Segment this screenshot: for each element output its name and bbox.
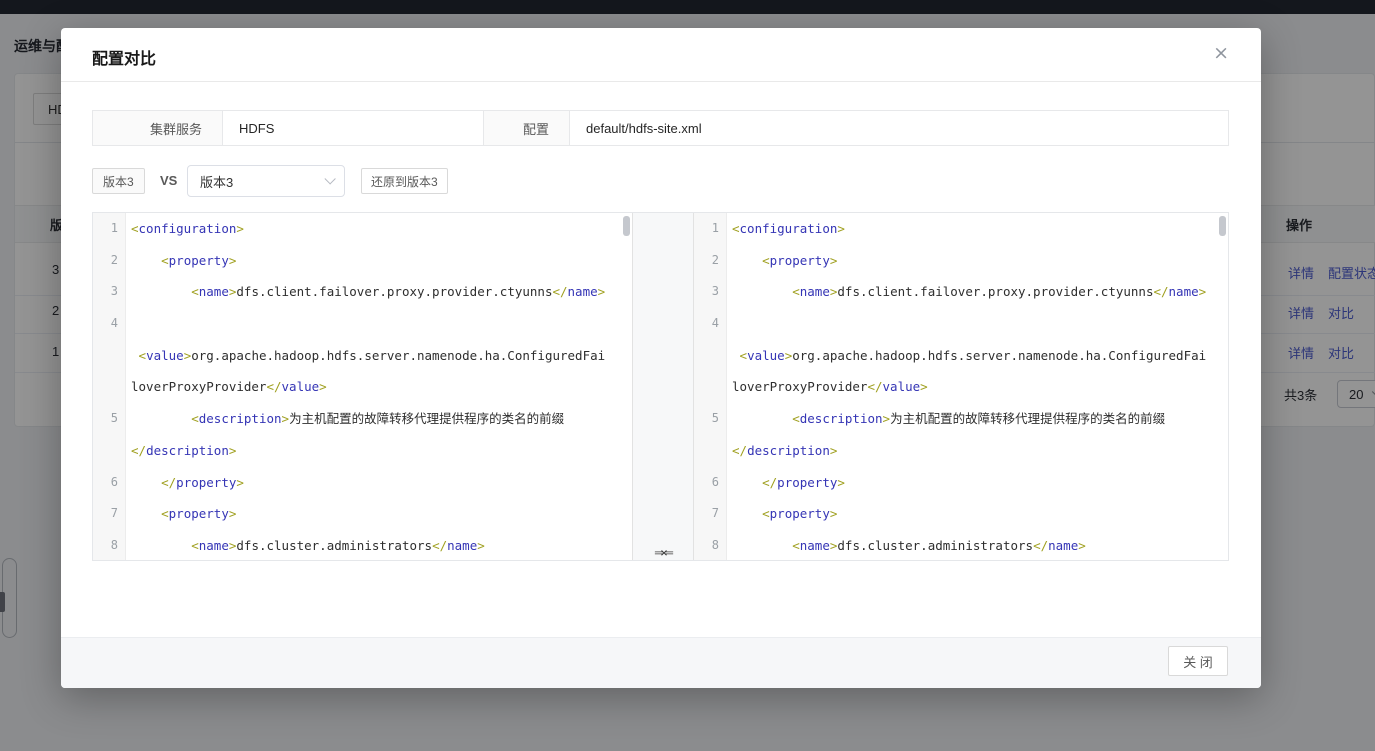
- config-compare-dialog: 配置对比 × 集群服务 HDFS 配置 default/hdfs-site.xm…: [61, 28, 1261, 688]
- code-line: <property>: [161, 506, 237, 522]
- merge-collapse-icon[interactable]: ⇒⇐: [654, 545, 674, 560]
- code-line: </description>: [732, 442, 838, 458]
- vs-label: VS: [160, 173, 178, 188]
- close-icon[interactable]: ×: [1213, 44, 1229, 63]
- code-line: loverProxyProvider</value>: [131, 379, 327, 395]
- code-line: <value>org.apache.hadoop.hdfs.server.nam…: [138, 347, 606, 363]
- cluster-service-label: 集群服务: [93, 111, 223, 145]
- line-number: 2: [93, 244, 126, 277]
- code-row: 4: [93, 308, 632, 340]
- config-label: 配置: [484, 111, 570, 145]
- close-button[interactable]: 关 闭: [1168, 646, 1228, 676]
- code-line: </property>: [762, 474, 845, 490]
- code-row: 3 <name>dfs.client.failover.proxy.provid…: [93, 276, 632, 309]
- code-row: <value>org.apache.hadoop.hdfs.server.nam…: [694, 339, 1228, 372]
- diff-view: 1 <configuration> 2 <property> 3 <name>dfs.…: [92, 212, 1229, 561]
- code-row: 1 <configuration>: [93, 213, 632, 245]
- code-row: 5 <description>为主机配置的故障转移代理提供程序的类名的前缀: [93, 403, 632, 435]
- scrollbar-thumb[interactable]: [1219, 216, 1226, 236]
- dialog-header: 配置对比 ×: [61, 28, 1261, 82]
- dialog-footer: 关 闭: [61, 637, 1261, 688]
- code-line: <description>为主机配置的故障转移代理提供程序的类名的前缀: [191, 411, 565, 427]
- code-row: 1 <configuration>: [694, 213, 1228, 245]
- code-editor-left: 1 <configuration> 2 <property> 3 <name>dfs.…: [93, 213, 632, 560]
- version-select-value: 版本3: [200, 174, 234, 190]
- line-number: 8: [694, 529, 727, 560]
- line-number: 3: [694, 276, 727, 309]
- line-number: 7: [694, 498, 727, 530]
- code-row: 7 <property>: [93, 498, 632, 530]
- line-number: [93, 339, 126, 372]
- restore-version-button[interactable]: 还原到版本3: [361, 168, 448, 194]
- code-line: </description>: [131, 442, 237, 458]
- code-row: 8 <name>dfs.cluster.administrators</name…: [93, 529, 632, 560]
- line-number: 2: [694, 244, 727, 277]
- code-line: <name>dfs.cluster.administrators</name>: [191, 537, 485, 553]
- line-number: 6: [694, 466, 727, 499]
- code-row: 5 <description>为主机配置的故障转移代理提供程序的类名的前缀: [694, 403, 1228, 435]
- cluster-service-value: HDFS: [223, 111, 484, 145]
- line-number: [93, 371, 126, 404]
- line-number: 6: [93, 466, 126, 499]
- code-row: 3 <name>dfs.client.failover.proxy.provid…: [694, 276, 1228, 309]
- line-number: [694, 339, 727, 372]
- line-number: 4: [93, 308, 126, 340]
- line-number: 8: [93, 529, 126, 560]
- code-row: </description>: [694, 434, 1228, 467]
- code-row: 6 </property>: [93, 466, 632, 499]
- code-row: 8 <name>dfs.cluster.administrators</name…: [694, 529, 1228, 560]
- code-line: <description>为主机配置的故障转移代理提供程序的类名的前缀: [792, 411, 1166, 427]
- current-version-tag: 版本3: [92, 168, 145, 194]
- code-row: 4: [694, 308, 1228, 340]
- line-number: [93, 434, 126, 467]
- line-number: [694, 434, 727, 467]
- code-row: 2 <property>: [694, 244, 1228, 277]
- code-line: <name>dfs.client.failover.proxy.provider…: [792, 284, 1207, 300]
- code-row: <value>org.apache.hadoop.hdfs.server.nam…: [93, 339, 632, 372]
- line-number: 5: [694, 403, 727, 435]
- code-line: loverProxyProvider</value>: [732, 379, 928, 395]
- code-row: 2 <property>: [93, 244, 632, 277]
- version-select[interactable]: 版本3: [187, 165, 345, 197]
- chevron-down-icon: [324, 173, 336, 185]
- code-editor-right: 1 <configuration> 2 <property> 3 <name>dfs.…: [694, 213, 1228, 560]
- line-number: 1: [694, 213, 727, 245]
- code-line: <configuration>: [732, 221, 845, 236]
- scrollbar-thumb[interactable]: [623, 216, 630, 236]
- line-number: 3: [93, 276, 126, 309]
- code-line: <value>org.apache.hadoop.hdfs.server.nam…: [739, 347, 1207, 363]
- diff-gutter: ⇒⇐: [632, 213, 694, 560]
- config-value: default/hdfs-site.xml: [570, 111, 1228, 145]
- code-row: 7 <property>: [694, 498, 1228, 530]
- code-row: loverProxyProvider</value>: [694, 371, 1228, 404]
- line-number: [694, 371, 727, 404]
- code-line: <name>dfs.cluster.administrators</name>: [792, 537, 1086, 553]
- diff-pane-left[interactable]: 1 <configuration> 2 <property> 3 <name>dfs.…: [93, 213, 632, 560]
- code-row: loverProxyProvider</value>: [93, 371, 632, 404]
- line-number: 7: [93, 498, 126, 530]
- diff-pane-right[interactable]: 1 <configuration> 2 <property> 3 <name>dfs.…: [694, 213, 1228, 560]
- line-number: 5: [93, 403, 126, 435]
- code-line: </property>: [161, 474, 244, 490]
- code-line: <property>: [762, 506, 838, 522]
- code-line: <property>: [161, 252, 237, 268]
- code-row: 6 </property>: [694, 466, 1228, 499]
- dialog-title: 配置对比: [92, 51, 157, 68]
- code-line: <property>: [762, 252, 838, 268]
- code-row: </description>: [93, 434, 632, 467]
- code-line: <name>dfs.client.failover.proxy.provider…: [191, 284, 606, 300]
- line-number: 1: [93, 213, 126, 245]
- compare-form: 集群服务 HDFS 配置 default/hdfs-site.xml: [92, 110, 1229, 146]
- line-number: 4: [694, 308, 727, 340]
- code-line: <configuration>: [131, 221, 244, 236]
